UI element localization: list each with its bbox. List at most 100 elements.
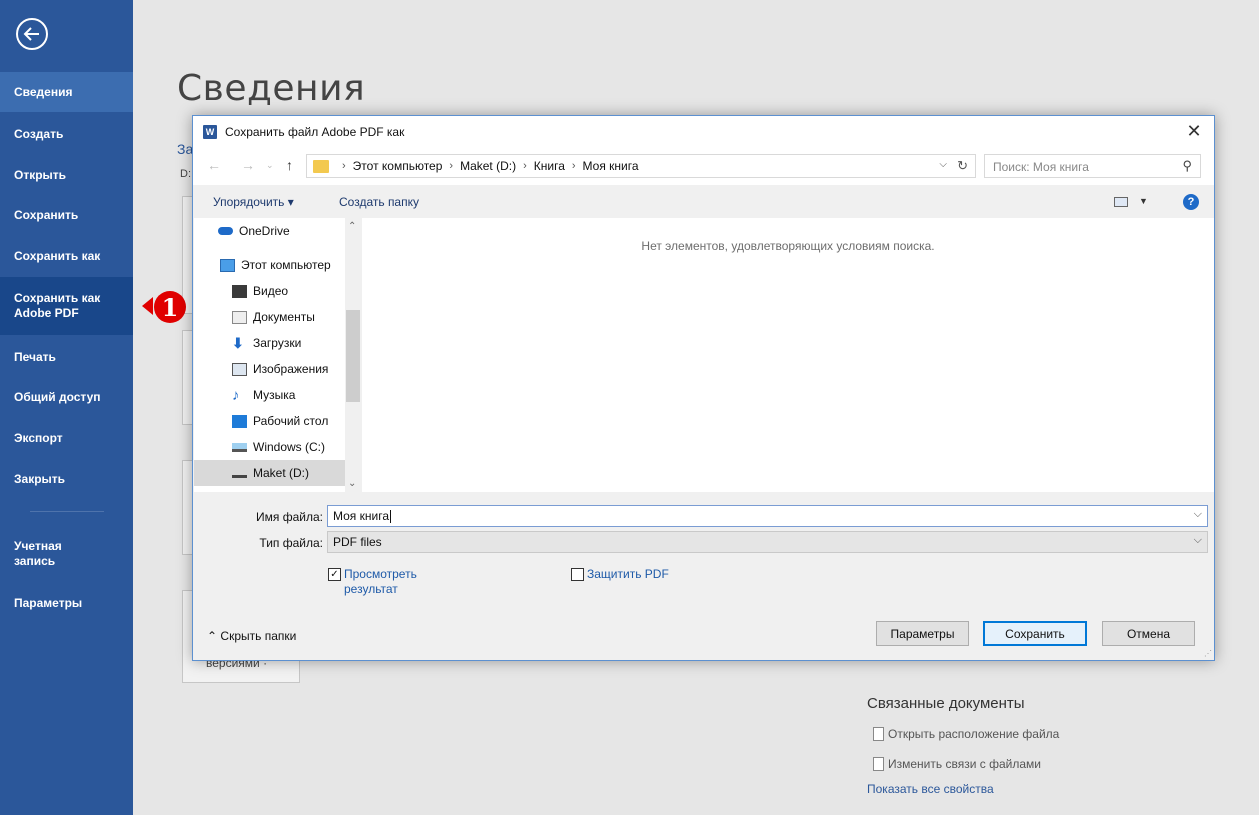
new-folder-button[interactable]: Создать папку [339, 195, 419, 209]
computer-icon [220, 258, 235, 272]
tree-item-pictures[interactable]: Изображения [194, 356, 345, 382]
options-button[interactable]: Параметры [876, 621, 969, 646]
back-arrow-icon[interactable] [16, 18, 48, 50]
folder-icon [313, 159, 329, 173]
view-dropdown-icon[interactable]: ▼ [1139, 196, 1148, 206]
hide-folders-label: Скрыть папки [220, 629, 297, 643]
edit-links-link[interactable]: Изменить связи с файлами [873, 757, 1041, 771]
filename-label: Имя файла: [256, 510, 323, 524]
scroll-up-icon[interactable]: ⌃ [348, 221, 356, 232]
chevron-down-icon[interactable]: ⌵ [939, 159, 947, 170]
chevron-up-icon: ⌃ [207, 629, 218, 643]
breadcrumb-my-book[interactable]: Моя книга [583, 159, 639, 173]
tree-item-drive-d[interactable]: Maket (D:) [194, 460, 345, 486]
tree-item-drive-c[interactable]: Windows (C:) [194, 434, 345, 460]
tree-item-label: Изображения [253, 362, 329, 376]
edit-links-label: Изменить связи с файлами [888, 757, 1041, 771]
help-icon[interactable]: ? [1183, 194, 1199, 210]
filename-value: Моя книга [333, 509, 390, 523]
sidebar-divider [30, 511, 104, 512]
windows-drive-icon [232, 442, 247, 452]
sidebar-item-close[interactable]: Закрыть [0, 459, 133, 499]
tree-item-documents[interactable]: Документы [194, 304, 345, 330]
up-arrow-icon[interactable]: ↑ [286, 157, 293, 173]
tree-item-onedrive[interactable]: OneDrive [194, 218, 345, 244]
cloud-icon [218, 227, 233, 235]
organize-button[interactable]: Упорядочить ▾ [213, 195, 294, 209]
address-bar[interactable]: › Этот компьютер › Maket (D:) › Книга › … [306, 154, 976, 178]
sidebar-item-export[interactable]: Экспорт [0, 418, 133, 458]
sidebar-item-save-as[interactable]: Сохранить как [0, 236, 133, 276]
sidebar-item-account[interactable]: Учетная запись [0, 533, 133, 575]
protect-pdf-checkbox[interactable]: Защитить PDF [571, 567, 669, 582]
sidebar-item-open[interactable]: Открыть [0, 155, 133, 195]
resize-grip-icon[interactable]: ⋰ [1204, 649, 1212, 658]
dialog-toolbar: Упорядочить ▾ Создать папку ▼ ? [193, 185, 1214, 218]
filetype-label: Тип файла: [259, 536, 323, 550]
sidebar-item-info[interactable]: Сведения [0, 72, 133, 112]
tree-item-label: Документы [253, 310, 315, 324]
tree-item-label: OneDrive [239, 224, 290, 238]
tree-item-this-pc[interactable]: Этот компьютер [194, 252, 345, 278]
tree-item-label: Загрузки [253, 336, 302, 350]
tree-item-music[interactable]: ♪ Музыка [194, 382, 345, 408]
view-result-checkbox[interactable]: ✓ Просмотреть результат [328, 567, 417, 597]
breadcrumb-drive-d[interactable]: Maket (D:) [460, 159, 516, 173]
close-icon[interactable]: ✕ [1184, 121, 1204, 141]
open-file-location-link[interactable]: Открыть расположение файла [873, 727, 1059, 741]
filename-input[interactable]: Моя книга ⌵ [327, 505, 1208, 527]
sidebar-item-new[interactable]: Создать [0, 114, 133, 154]
cancel-button[interactable]: Отмена [1102, 621, 1195, 646]
sidebar-item-save[interactable]: Сохранить [0, 195, 133, 235]
chevron-down-icon[interactable]: ⌵ [1194, 534, 1202, 547]
related-documents-heading: Связанные документы [867, 695, 1025, 712]
checkbox-unchecked-icon[interactable] [571, 568, 584, 581]
tree-item-label: Maket (D:) [253, 466, 310, 480]
empty-results-message: Нет элементов, удовлетворяющих условиям … [641, 239, 935, 253]
view-mode-icon[interactable] [1114, 197, 1128, 207]
file-list-pane[interactable]: Нет элементов, удовлетворяющих условиям … [362, 218, 1214, 492]
search-icon: ⚲ [1182, 158, 1192, 173]
search-input[interactable]: Поиск: Моя книга ⚲ [984, 154, 1201, 178]
show-all-properties-link[interactable]: Показать все свойства [867, 782, 994, 796]
filetype-select[interactable]: PDF files ⌵ [327, 531, 1208, 553]
save-pdf-dialog: W Сохранить файл Adobe PDF как ✕ ← → ⌄ ↑… [192, 115, 1215, 661]
dialog-titlebar: W Сохранить файл Adobe PDF как ✕ [193, 116, 1214, 147]
sidebar-item-share[interactable]: Общий доступ [0, 377, 133, 417]
background-path-fragment: D: [180, 168, 191, 180]
music-note-icon: ♪ [232, 386, 240, 404]
open-file-location-label: Открыть расположение файла [888, 727, 1060, 741]
back-icon[interactable]: ← [207, 157, 221, 173]
marker-pointer-left-icon [142, 297, 153, 315]
tree-scrollbar[interactable]: ⌃ ⌄ [345, 218, 361, 492]
link-document-icon [873, 757, 884, 771]
tree-item-downloads[interactable]: ⬇ Загрузки [194, 330, 345, 356]
sidebar-item-save-as-pdf[interactable]: Сохранить как Adobe PDF [0, 277, 133, 335]
sidebar-item-print[interactable]: Печать [0, 337, 133, 377]
desktop-icon [232, 414, 247, 428]
tree-item-video[interactable]: Видео [194, 278, 345, 304]
hide-folders-toggle[interactable]: ⌃ Скрыть папки [207, 629, 296, 643]
word-app-icon: W [203, 125, 217, 139]
document-icon [873, 727, 884, 741]
navigation-bar: ← → ⌄ ↑ › Этот компьютер › Maket (D:) › … [193, 147, 1214, 185]
tree-item-label: Windows (C:) [253, 440, 326, 454]
forward-icon[interactable]: → [241, 157, 255, 173]
sidebar-item-options[interactable]: Параметры [0, 583, 133, 623]
tree-item-desktop[interactable]: Рабочий стол [194, 408, 345, 434]
tree-item-label: Музыка [253, 388, 296, 402]
protect-pdf-label: Защитить PDF [587, 567, 669, 581]
download-arrow-icon: ⬇ [232, 334, 244, 351]
refresh-icon[interactable]: ↻ [957, 158, 968, 174]
recent-dropdown-icon[interactable]: ⌄ [266, 160, 274, 171]
drive-icon [232, 469, 247, 478]
chevron-down-icon[interactable]: ⌵ [1194, 508, 1202, 521]
checkbox-checked-icon[interactable]: ✓ [328, 568, 341, 581]
background-heading-fragment: За [177, 141, 194, 157]
view-result-label: Просмотреть результат [344, 567, 417, 596]
save-button[interactable]: Сохранить [983, 621, 1087, 646]
breadcrumb-book[interactable]: Книга [534, 159, 565, 173]
scroll-down-icon[interactable]: ⌄ [348, 478, 356, 489]
scrollbar-thumb[interactable] [346, 310, 360, 402]
breadcrumb-this-pc[interactable]: Этот компьютер [353, 159, 443, 173]
